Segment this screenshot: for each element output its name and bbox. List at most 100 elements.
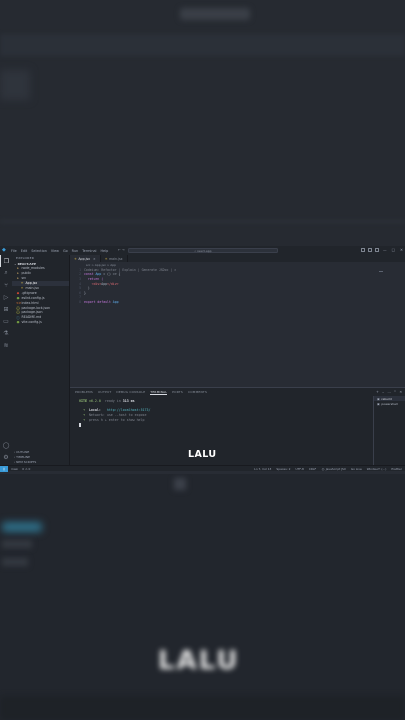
close-tab-icon[interactable]: ×	[93, 257, 96, 261]
prettier-status[interactable]: Prettier	[391, 467, 402, 471]
blurred-line	[0, 220, 405, 223]
file-tree: ▸ node_modules ▸ public ▸ src ⚛ App.jsx ⚛ main.js…	[12, 266, 69, 325]
vscode-logo-icon: ◆	[2, 247, 6, 253]
vite-label: VITE	[79, 399, 87, 404]
section-npm-scripts[interactable]: › NPM SCRIPTS	[12, 459, 70, 464]
remote-explorer-icon[interactable]: ▭	[0, 315, 12, 327]
terminal-output[interactable]: VITE v6.2.0 ready in 313 ms ➜ Local: htt…	[70, 396, 405, 427]
testing-icon[interactable]: ⚗	[0, 327, 12, 339]
close-panel-icon[interactable]: ✕	[399, 390, 402, 394]
run-debug-icon[interactable]: ▷	[0, 291, 12, 303]
explorer-icon[interactable]: ❐	[0, 255, 12, 267]
blurred-background-bottom: LALU	[0, 474, 405, 720]
more-actions-icon[interactable]: …	[387, 390, 390, 394]
code-token: return (	[84, 276, 104, 281]
vite-version: v6.2.0	[88, 399, 101, 404]
command-center[interactable]: ⌕ react-app	[128, 248, 278, 253]
settings-gear-icon[interactable]: ⚙	[0, 451, 12, 463]
react-file-icon: ⚛	[20, 281, 24, 286]
windsurf-icon[interactable]: ≋	[0, 339, 12, 351]
help-text: press h + enter to show help	[88, 417, 145, 422]
code-token: )	[84, 286, 90, 291]
tab-app-jsx[interactable]: ⚛ App.jsx ×	[70, 255, 101, 262]
menu-selection[interactable]: Selection	[31, 249, 47, 253]
ready-time: 313 ms	[122, 399, 135, 404]
chevron-down-icon[interactable]: ⌄	[382, 390, 385, 394]
menu-view[interactable]: View	[51, 249, 59, 253]
tab-main-jsx[interactable]: ⚛ main.jsx	[101, 255, 128, 262]
branch-status[interactable]: main	[11, 467, 18, 471]
account-icon[interactable]: ◯	[0, 439, 12, 451]
search-activity-icon[interactable]: ⌕	[0, 267, 12, 279]
line-ending[interactable]: CRLF	[309, 467, 316, 471]
react-file-icon: ⚛	[104, 256, 108, 261]
code-token: </div>	[107, 281, 119, 286]
terminal-item-powershell[interactable]: ▣ powershell	[374, 401, 405, 406]
config-icon: ◉	[16, 295, 20, 300]
tree-item-label: README.md	[21, 315, 42, 320]
new-terminal-icon[interactable]: +	[376, 390, 379, 394]
blurred-block	[2, 558, 28, 566]
bottom-panel: PROBLEMS OUTPUT DEBUG CONSOLE TERMINAL PORTS…	[70, 387, 405, 466]
local-label: Local:	[88, 408, 101, 413]
minimize-icon[interactable]: —	[383, 248, 387, 252]
tree-item-label: node_modules	[21, 266, 45, 271]
line-number: 2	[79, 272, 81, 277]
problems-status[interactable]: 0 ⚠ 0	[22, 467, 30, 471]
menu-edit[interactable]: Edit	[21, 249, 28, 253]
source-control-icon[interactable]: ⑂	[0, 279, 12, 291]
vscode-window: ◆ File Edit Selection View Go Run Termin…	[0, 246, 405, 474]
code-token: const	[84, 272, 96, 277]
indentation[interactable]: Spaces: 2	[276, 467, 290, 471]
code-editor[interactable]: 1 Codeium: Refactor | Explain | Generate …	[70, 267, 405, 304]
toggle-panel-icon[interactable]	[368, 248, 372, 252]
menu-file[interactable]: File	[11, 249, 17, 253]
close-icon[interactable]: ✕	[400, 248, 403, 252]
panel-tab-debug-console[interactable]: DEBUG CONSOLE	[116, 390, 145, 394]
arrow-icon: ➜	[79, 408, 89, 413]
line-number: 1	[79, 267, 81, 272]
tree-item[interactable]: ◉ vite.config.js	[12, 320, 69, 325]
line-number: 7	[79, 295, 81, 300]
maximize-icon[interactable]: □	[392, 248, 395, 252]
arrow-icon: ➜	[79, 417, 89, 422]
ready-prefix: ready in	[104, 399, 121, 404]
encoding[interactable]: UTF-8	[295, 467, 303, 471]
tab-label: main.jsx	[109, 256, 123, 261]
panel-tab-output[interactable]: OUTPUT	[98, 390, 111, 394]
line-number: 3	[79, 276, 81, 281]
tree-item-label: package-lock.json	[21, 305, 51, 310]
windsurf-status[interactable]: Windsurf: (...)	[367, 467, 387, 471]
tree-item-label: .gitignore	[21, 290, 37, 295]
react-file-icon: ⚛	[74, 256, 77, 261]
menu-go[interactable]: Go	[63, 249, 68, 253]
panel-actions: + ⌄ … ^ ✕	[373, 390, 402, 394]
status-right: Ln 7, Col 13 Spaces: 2 UTF-8 CRLF {} Jav…	[249, 466, 402, 472]
code-token: = () => {	[101, 272, 121, 277]
panel-tabs: PROBLEMS OUTPUT DEBUG CONSOLE TERMINAL PORTS…	[70, 388, 405, 396]
cursor-position[interactable]: Ln 7, Col 13	[254, 467, 271, 471]
panel-tab-terminal[interactable]: TERMINAL	[150, 390, 168, 395]
language-mode[interactable]: {} JavaScript JSX	[321, 467, 346, 471]
minimap[interactable]	[379, 271, 383, 272]
title-bar: ◆ File Edit Selection View Go Run Termin…	[0, 246, 405, 255]
extensions-icon[interactable]: ⊞	[0, 303, 12, 315]
menu-run[interactable]: Run	[72, 249, 79, 253]
panel-tab-comments[interactable]: COMMENTS	[188, 390, 207, 394]
network-label: Network:	[88, 413, 105, 418]
menu-terminal[interactable]: Terminal	[82, 249, 96, 253]
maximize-panel-icon[interactable]: ^	[394, 390, 397, 394]
project-name: REACT-APP	[17, 261, 37, 266]
section-label: NPM SCRIPTS	[16, 459, 37, 464]
toggle-sidebar-icon[interactable]	[361, 248, 365, 252]
panel-tab-ports[interactable]: PORTS	[172, 390, 183, 394]
nav-arrows-icon[interactable]: ← →	[118, 248, 125, 252]
go-live[interactable]: Go Live	[351, 467, 362, 471]
line-number: 8	[79, 299, 81, 304]
remote-indicator-icon[interactable]: ⟩⟨	[0, 465, 8, 472]
video-caption: LALU	[188, 449, 217, 460]
local-url[interactable]: http://localhost:5173/	[107, 408, 151, 412]
panel-tab-problems[interactable]: PROBLEMS	[75, 390, 93, 394]
menu-help[interactable]: Help	[101, 249, 109, 253]
blurred-icon	[174, 478, 186, 490]
